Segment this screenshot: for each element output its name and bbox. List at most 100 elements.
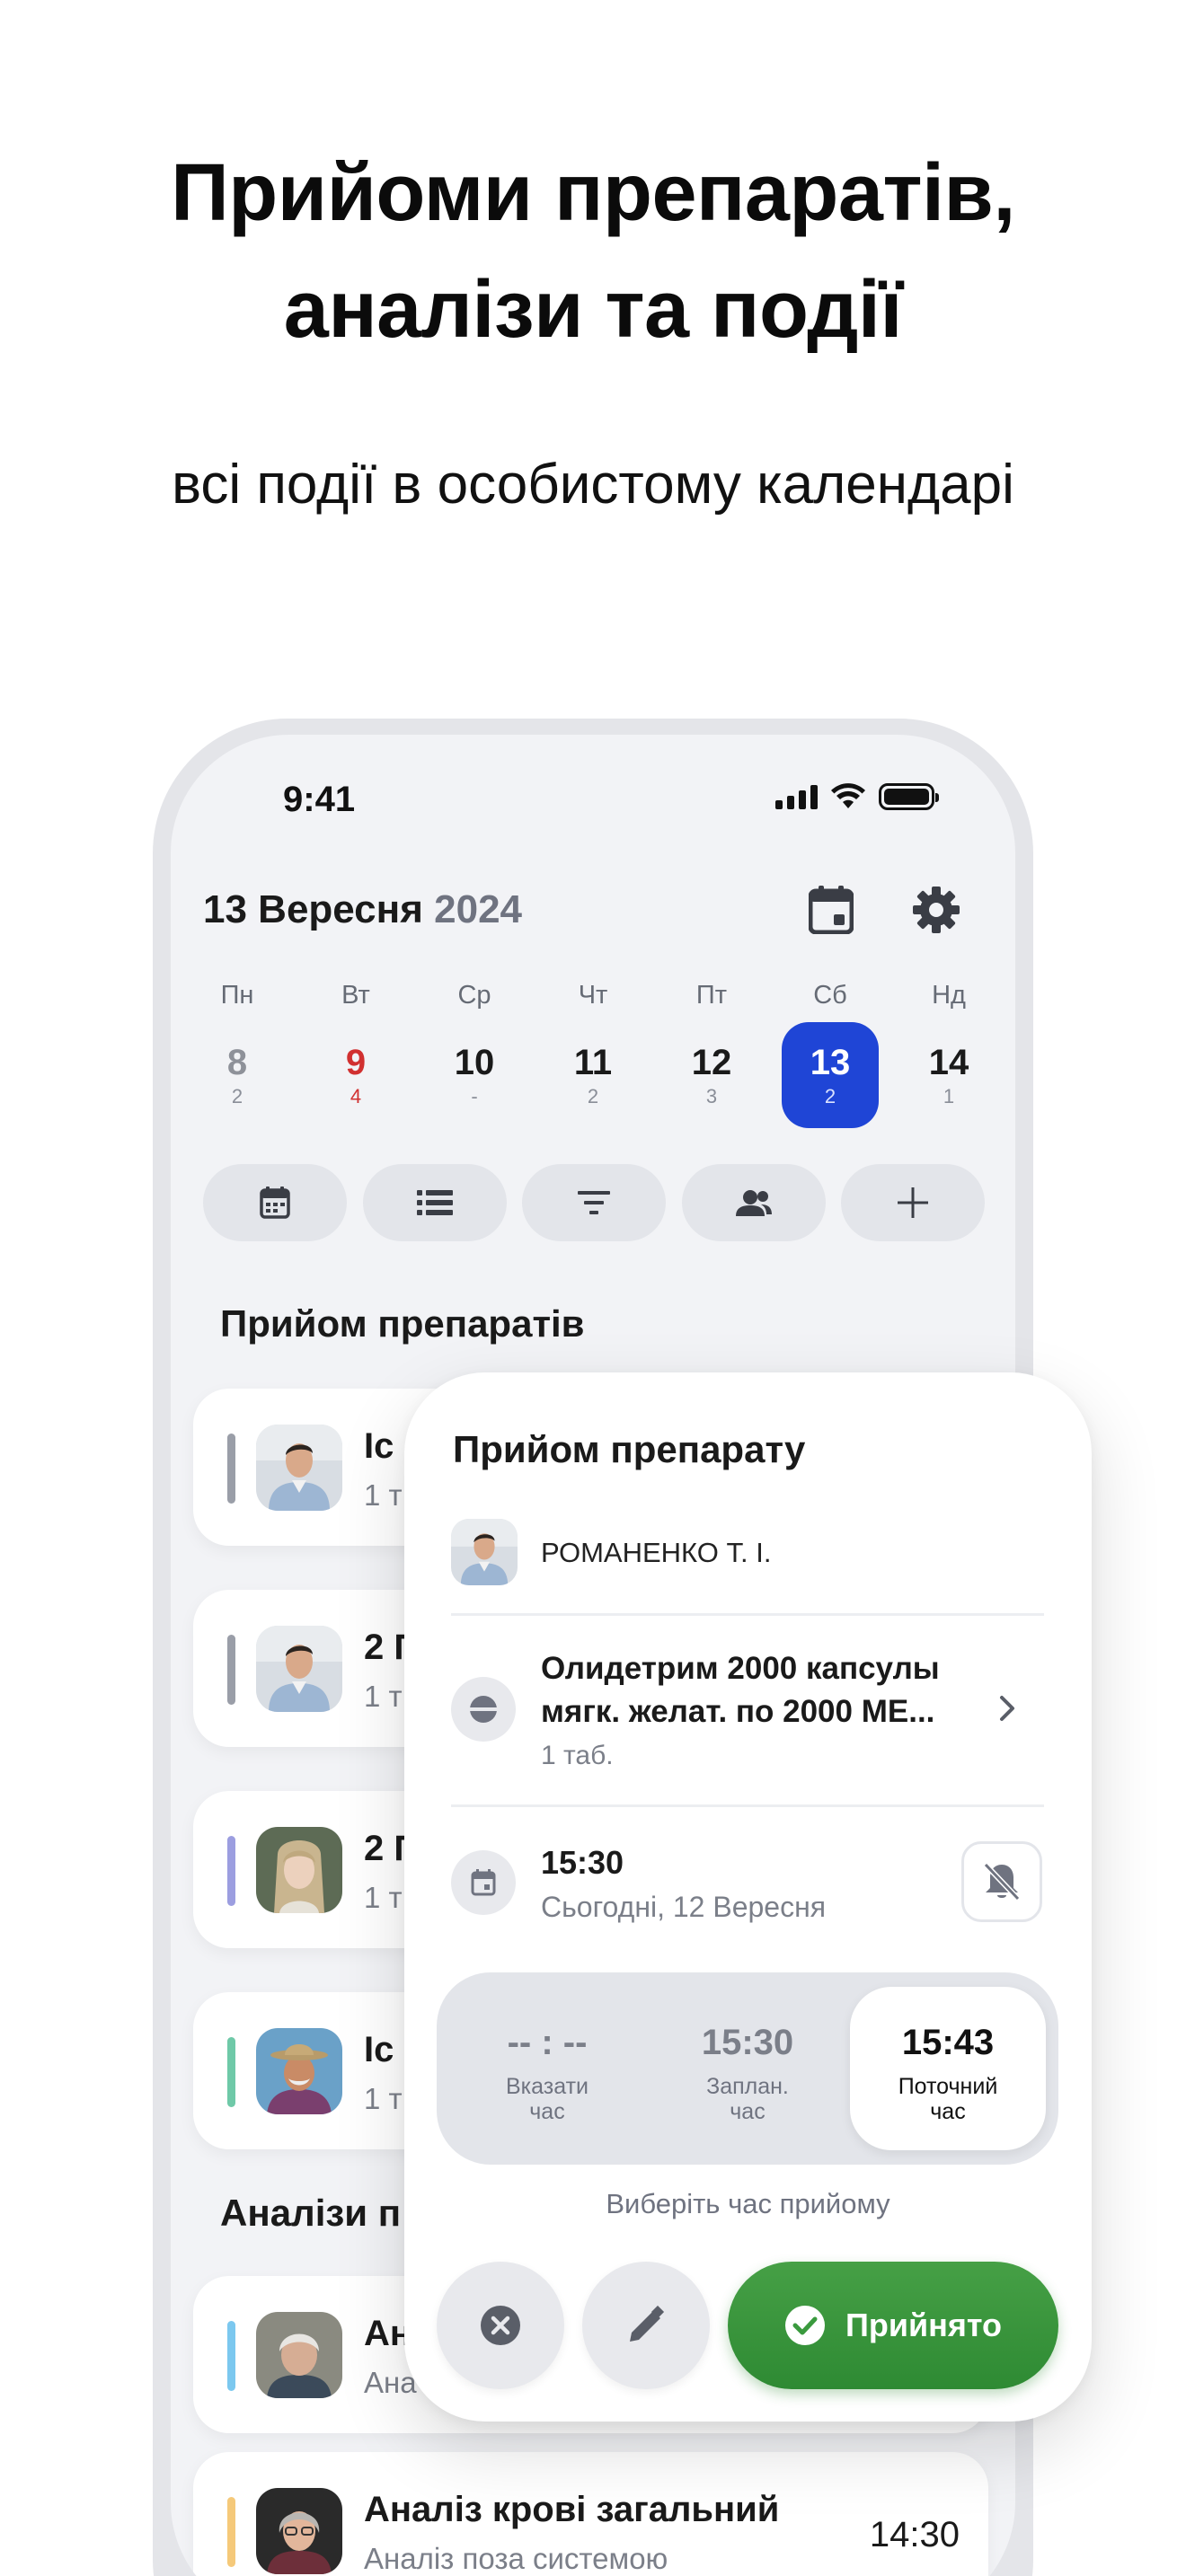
drug-dose: 1 таб. [541, 1741, 614, 1770]
divider [451, 1613, 1044, 1616]
date-title-day: 13 Вересня [203, 887, 423, 931]
day-column[interactable]: Пн 8 2 [189, 977, 286, 1128]
edit-button[interactable] [582, 2262, 710, 2389]
section-medications: Прийом препаратів [220, 1302, 585, 1345]
day-cell[interactable]: 12 3 [663, 1022, 760, 1128]
day-name: Сб [813, 981, 847, 1010]
cancel-button[interactable] [437, 2262, 564, 2389]
accept-label: Прийнято [845, 2307, 1003, 2343]
status-icons [775, 783, 939, 810]
day-cell[interactable]: 10- [426, 1022, 523, 1128]
list-view-button[interactable] [362, 1164, 507, 1241]
time-option-scheduled[interactable]: 15:30 Заплан. час [650, 1987, 845, 2150]
day-column[interactable]: Пт 12 3 [663, 977, 760, 1128]
card-color-bar [227, 2321, 235, 2391]
card-color-bar [227, 2037, 235, 2107]
avatar [451, 1519, 518, 1585]
day-cell[interactable]: 82 [189, 1022, 286, 1128]
calendar-icon [451, 1850, 516, 1915]
accept-button[interactable]: Прийнято [728, 2262, 1058, 2389]
day-event-count: 2 [824, 1084, 836, 1107]
notifications-off-button[interactable] [961, 1841, 1042, 1922]
day-name: Чт [578, 981, 608, 1010]
card-subtitle: 1 т [364, 2082, 403, 2115]
time-option-value: 15:43 [901, 2023, 995, 2062]
filter-button[interactable] [522, 1164, 666, 1241]
patient-name: РОМАНЕНКО Т. І. [541, 1537, 772, 1568]
drug-name-line-1: Олидетрим 2000 капсулы [541, 1651, 940, 1686]
day-column[interactable]: Нд 14 1 [900, 977, 997, 1128]
day-event-count: 2 [231, 1084, 243, 1107]
add-button[interactable] [841, 1164, 985, 1241]
calendar-view-button[interactable] [203, 1164, 347, 1241]
calendar-button[interactable] [800, 878, 863, 941]
filter-icon [578, 1191, 610, 1214]
day-column[interactable]: Вт 9 4 [307, 977, 404, 1128]
date-title: 13 Вересня 2024 [203, 887, 522, 932]
time-option-label: Поточний час [898, 2074, 998, 2124]
day-cell[interactable]: 94 [307, 1022, 404, 1128]
medication-intake-modal: Прийом препарату РОМАНЕНКО Т. І. Олидетр… [404, 1372, 1092, 2422]
people-button[interactable] [681, 1164, 826, 1241]
day-column[interactable]: Сб 13 2 [782, 977, 879, 1128]
status-time: 9:41 [283, 780, 356, 819]
day-name: Вт [341, 981, 370, 1010]
day-date: 13 [810, 1042, 851, 1082]
signal-icon [775, 784, 818, 809]
day-event-count: 3 [705, 1084, 718, 1107]
bell-off-icon [983, 1862, 1021, 1901]
pill-icon [451, 1677, 516, 1742]
time-option-current[interactable]: 15:43 Поточний час [850, 1987, 1046, 2150]
scheduled-time: 15:30 [541, 1844, 624, 1881]
day-name: Пт [695, 981, 728, 1010]
card-title: Аналіз крові загальний [364, 2490, 780, 2529]
gear-icon [913, 887, 960, 933]
analysis-card[interactable]: Аналіз крові загальний Аналіз поза систе… [193, 2452, 988, 2576]
card-title: Іс [364, 2030, 394, 2069]
day-name: Нд [932, 981, 966, 1010]
time-option-label: Заплан. час [706, 2074, 789, 2124]
card-title: Іс [364, 1426, 394, 1466]
card-subtitle: 1 т [364, 1881, 403, 1914]
day-selected[interactable]: 13 2 [782, 1022, 879, 1128]
plus-icon [898, 1187, 928, 1218]
day-column[interactable]: Ср 10- [426, 977, 523, 1128]
avatar [256, 1626, 342, 1712]
card-subtitle: 1 т [364, 1478, 403, 1512]
card-color-bar [227, 1635, 235, 1705]
list-icon [416, 1190, 453, 1215]
drug-name-line-2: мягк. желат. по 2000 МЕ... [541, 1694, 935, 1729]
calendar-icon [260, 1187, 290, 1219]
time-option-label: Вказати час [505, 2074, 589, 2124]
chevron-right-icon[interactable] [997, 1693, 1019, 1728]
headline-line-1: Прийоми препаратів, [171, 148, 1015, 238]
intake-time-selector: -- : -- Вказати час 15:30 Заплан. час 15:4… [437, 1972, 1058, 2165]
day-column[interactable]: Чт 11 2 [544, 977, 642, 1128]
battery-icon [879, 783, 939, 810]
settings-button[interactable] [905, 878, 968, 941]
card-subtitle: 1 т [364, 1680, 403, 1713]
day-event-count: 2 [587, 1084, 599, 1107]
card-time: 14:30 [869, 2515, 960, 2554]
card-subtitle: Аналіз поза системою [364, 2542, 668, 2575]
day-date: 12 [691, 1042, 732, 1082]
card-color-bar [227, 1836, 235, 1906]
action-bar [203, 1164, 985, 1241]
day-event-count: - [471, 1084, 478, 1107]
time-option-custom[interactable]: -- : -- Вказати час [449, 1987, 645, 2150]
day-cell[interactable]: 14 1 [900, 1022, 997, 1128]
day-date: 10 [454, 1042, 495, 1082]
check-circle-icon [784, 2306, 825, 2345]
time-option-value: 15:30 [701, 2023, 794, 2062]
promo-headline: Прийоми препаратів, аналізи та події [0, 135, 1186, 368]
divider [451, 1804, 1044, 1807]
day-cell[interactable]: 11 2 [544, 1022, 642, 1128]
scheduled-date: Сьогодні, 12 Вересня [541, 1891, 827, 1923]
avatar [256, 2312, 342, 2398]
time-hint: Виберіть час прийому [606, 2188, 890, 2219]
day-date: 9 [345, 1042, 367, 1082]
time-option-value: -- : -- [507, 2023, 588, 2062]
day-date: 11 [573, 1042, 613, 1082]
week-days: Пн 8 2 Вт 9 4 Ср 10- Чт 11 2 Пт 12 3 Сб 13 2 Нд 14 1 [189, 977, 997, 1128]
wifi-icon [831, 783, 865, 808]
